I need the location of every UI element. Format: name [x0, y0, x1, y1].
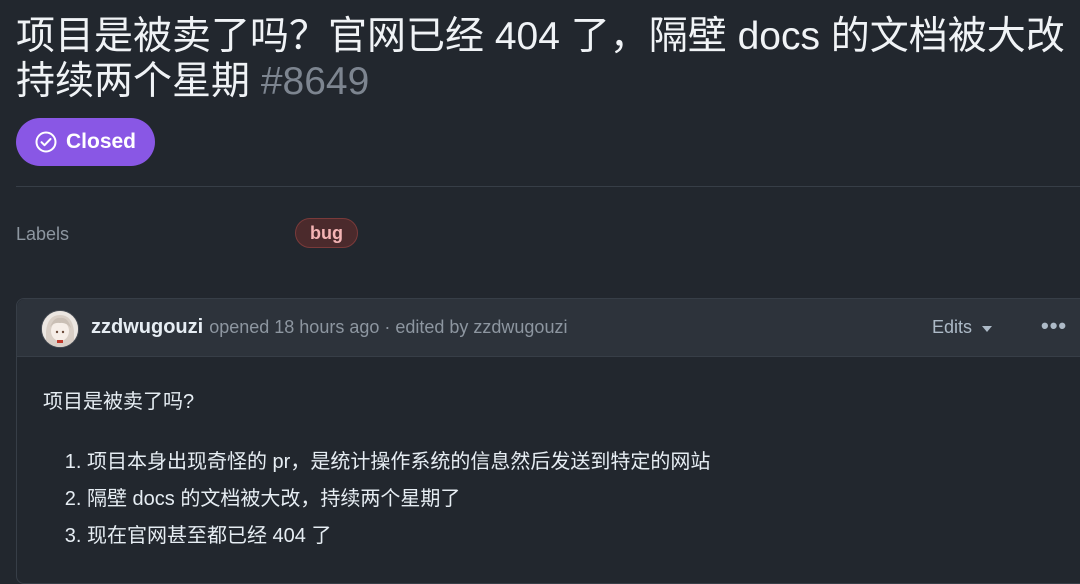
label-bug[interactable]: bug [295, 218, 358, 248]
issue-state-label: Closed [66, 130, 137, 153]
comment-intro: 项目是被卖了吗? [43, 391, 195, 413]
issue-title: 项目是被卖了吗？官网已经 404 了，隔壁 docs 的文档被大改持续两个星期 … [16, 14, 1066, 104]
comment-meta: zzdwugouzi opened 18 hours ago · edited b… [91, 316, 567, 339]
list-item: 现在官网甚至都已经 404 了 [87, 518, 1080, 555]
comment-author-link[interactable]: zzdwugouzi [91, 316, 203, 338]
edits-dropdown[interactable]: Edits [932, 317, 993, 338]
header-divider [16, 186, 1080, 187]
avatar-image-icon [42, 311, 78, 347]
comment-list: 项目本身出现奇怪的 pr，是统计操作系统的信息然后发送到特定的网站 隔壁 doc… [43, 444, 1080, 555]
issue-title-text: 项目是被卖了吗？官网已经 404 了，隔壁 docs 的文档被大改持续两个星期 [16, 15, 1065, 103]
kebab-menu-icon[interactable]: ••• [1041, 313, 1067, 339]
check-circle-icon [35, 131, 57, 153]
list-item: 项目本身出现奇怪的 pr，是统计操作系统的信息然后发送到特定的网站 [87, 444, 1080, 481]
issue-state-badge: Closed [16, 118, 156, 166]
comment-body: 项目是被卖了吗? 项目本身出现奇怪的 pr，是统计操作系统的信息然后发送到特定的… [17, 357, 1080, 555]
comment-meta-text: opened 18 hours ago · edited by zzdwugou… [209, 317, 568, 337]
issue-number: #8649 [260, 60, 370, 103]
avatar[interactable] [41, 310, 79, 348]
comment-header: zzdwugouzi opened 18 hours ago · edited b… [17, 299, 1080, 357]
chevron-down-icon [982, 326, 993, 332]
labels-heading: Labels [16, 224, 70, 244]
list-item: 隔壁 docs 的文档被大改，持续两个星期了 [87, 481, 1080, 518]
issue-comment: zzdwugouzi opened 18 hours ago · edited b… [16, 298, 1080, 584]
edits-label: Edits [932, 317, 973, 337]
